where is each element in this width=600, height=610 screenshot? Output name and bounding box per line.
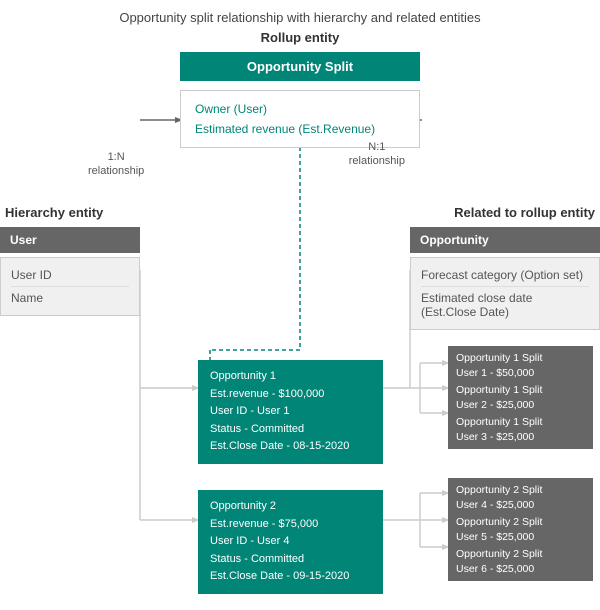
hierarchy-field-userid: User ID [11,264,129,287]
related-field-forecast: Forecast category (Option set) [421,264,589,287]
hierarchy-fields-box: User ID Name [0,257,140,316]
opportunity-1-box: Opportunity 1 Est.revenue - $100,000 Use… [198,360,383,464]
page-title: Opportunity split relationship with hier… [0,0,600,30]
opp1-split3-box: Opportunity 1 Split User 3 - $25,000 [448,410,593,449]
opp1-line4: Status - Committed [210,421,371,439]
opp1-line5: Est.Close Date - 08-15-2020 [210,438,371,456]
related-section-label: Related to rollup entity [410,205,600,220]
hierarchy-field-name: Name [11,287,129,309]
opp1-line3: User ID - User 1 [210,403,371,421]
opp2-line5: Est.Close Date - 09-15-2020 [210,568,371,586]
opportunity-2-box: Opportunity 2 Est.revenue - $75,000 User… [198,490,383,594]
rollup-section-label: Rollup entity [200,30,400,45]
opp2-line4: Status - Committed [210,551,371,569]
rollup-title-box: Opportunity Split [180,52,420,81]
hierarchy-title-box: User [0,227,140,253]
opp2-line1: Opportunity 2 [210,498,371,516]
rollup-field-revenue: Estimated revenue (Est.Revenue) [195,119,405,139]
rollup-field-owner: Owner (User) [195,99,405,119]
opp1-line1: Opportunity 1 [210,368,371,386]
opp2-split3-box: Opportunity 2 Split User 6 - $25,000 [448,542,593,581]
opp2-line2: Est.revenue - $75,000 [210,516,371,534]
related-title-box: Opportunity [410,227,600,253]
hierarchy-section-label: Hierarchy entity [0,205,140,220]
opp2-line3: User ID - User 4 [210,533,371,551]
rel-label-left: 1:N relationship [88,150,144,179]
related-field-closedate: Estimated close date (Est.Close Date) [421,287,589,323]
related-fields-box: Forecast category (Option set) Estimated… [410,257,600,330]
opp1-line2: Est.revenue - $100,000 [210,386,371,404]
rel-label-right: N:1 relationship [349,140,405,169]
